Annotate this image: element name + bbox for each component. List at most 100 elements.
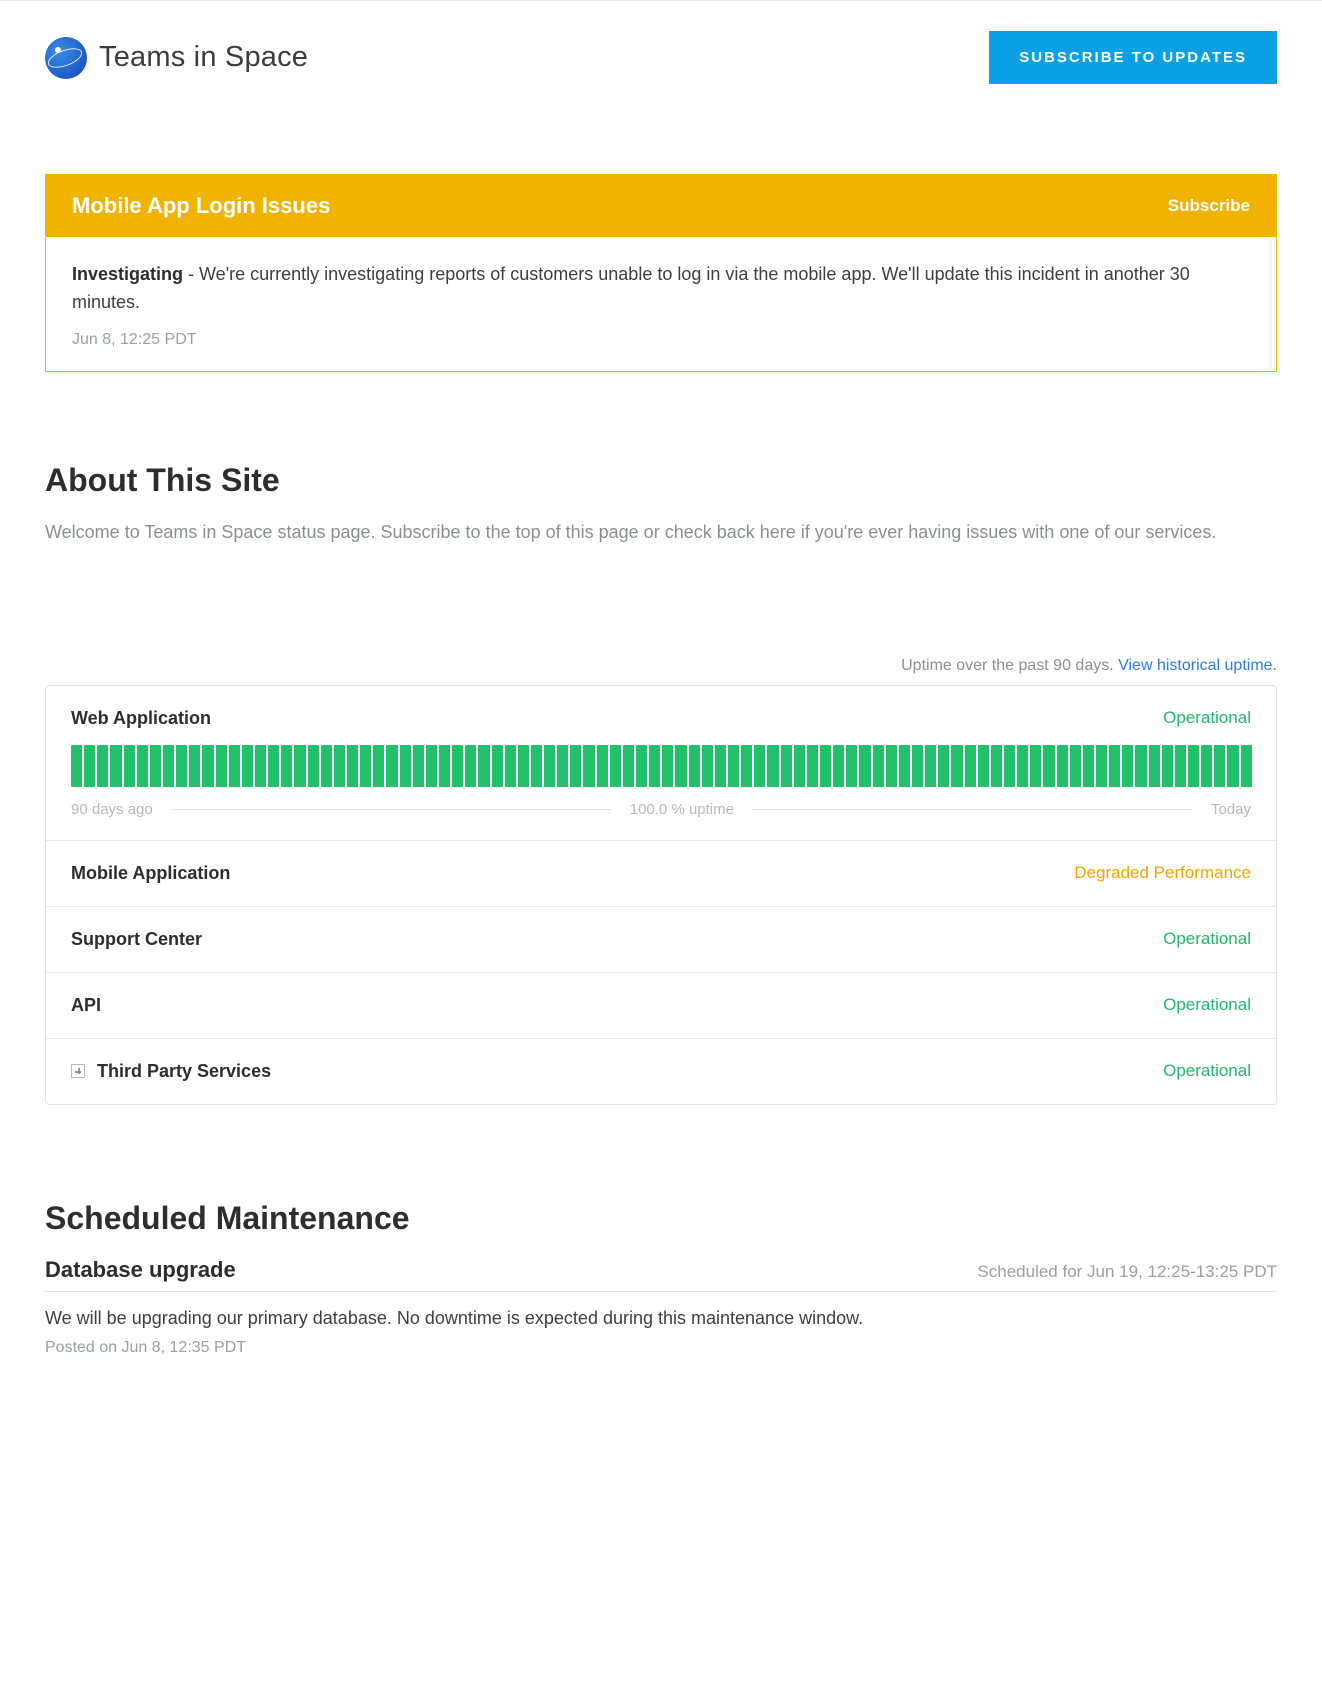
uptime-bar[interactable] bbox=[807, 745, 818, 787]
uptime-bar[interactable] bbox=[176, 745, 187, 787]
uptime-bar[interactable] bbox=[505, 745, 516, 787]
uptime-bar[interactable] bbox=[1149, 745, 1160, 787]
uptime-bar[interactable] bbox=[1201, 745, 1212, 787]
uptime-bar[interactable] bbox=[636, 745, 647, 787]
uptime-bar[interactable] bbox=[820, 745, 831, 787]
uptime-bar[interactable] bbox=[281, 745, 292, 787]
uptime-bar[interactable] bbox=[531, 745, 542, 787]
uptime-bar[interactable] bbox=[1043, 745, 1054, 787]
uptime-bar[interactable] bbox=[150, 745, 161, 787]
uptime-bar[interactable] bbox=[1162, 745, 1173, 787]
uptime-bar[interactable] bbox=[1109, 745, 1120, 787]
uptime-bar[interactable] bbox=[689, 745, 700, 787]
uptime-bar[interactable] bbox=[846, 745, 857, 787]
expand-icon[interactable] bbox=[71, 1064, 85, 1078]
uptime-bar[interactable] bbox=[518, 745, 529, 787]
component-status: Operational bbox=[1163, 995, 1251, 1015]
uptime-bar[interactable] bbox=[794, 745, 805, 787]
subscribe-updates-button[interactable]: SUBSCRIBE TO UPDATES bbox=[989, 31, 1277, 84]
uptime-bar[interactable] bbox=[334, 745, 345, 787]
uptime-bar[interactable] bbox=[833, 745, 844, 787]
uptime-bar[interactable] bbox=[229, 745, 240, 787]
uptime-bar[interactable] bbox=[1083, 745, 1094, 787]
uptime-bar[interactable] bbox=[873, 745, 884, 787]
uptime-bar[interactable] bbox=[1017, 745, 1028, 787]
uptime-bar[interactable] bbox=[544, 745, 555, 787]
maintenance-name[interactable]: Database upgrade bbox=[45, 1257, 236, 1283]
uptime-bar[interactable] bbox=[1214, 745, 1225, 787]
uptime-bar[interactable] bbox=[899, 745, 910, 787]
uptime-bar[interactable] bbox=[1057, 745, 1068, 787]
uptime-bar[interactable] bbox=[912, 745, 923, 787]
uptime-bar[interactable] bbox=[1227, 745, 1238, 787]
uptime-bar[interactable] bbox=[413, 745, 424, 787]
uptime-bar[interactable] bbox=[360, 745, 371, 787]
uptime-bar[interactable] bbox=[675, 745, 686, 787]
uptime-bar[interactable] bbox=[97, 745, 108, 787]
uptime-bar[interactable] bbox=[570, 745, 581, 787]
uptime-bar[interactable] bbox=[110, 745, 121, 787]
uptime-bar[interactable] bbox=[978, 745, 989, 787]
uptime-bar[interactable] bbox=[386, 745, 397, 787]
uptime-bar[interactable] bbox=[294, 745, 305, 787]
incident-subscribe-link[interactable]: Subscribe bbox=[1168, 196, 1250, 216]
uptime-bar[interactable] bbox=[623, 745, 634, 787]
uptime-bar[interactable] bbox=[202, 745, 213, 787]
uptime-bar[interactable] bbox=[439, 745, 450, 787]
incident-status-label: Investigating bbox=[72, 264, 183, 284]
uptime-bar[interactable] bbox=[426, 745, 437, 787]
uptime-bar[interactable] bbox=[728, 745, 739, 787]
uptime-bar[interactable] bbox=[255, 745, 266, 787]
uptime-bar[interactable] bbox=[741, 745, 752, 787]
uptime-bar[interactable] bbox=[1004, 745, 1015, 787]
uptime-bar[interactable] bbox=[465, 745, 476, 787]
uptime-bar[interactable] bbox=[951, 745, 962, 787]
uptime-bar[interactable] bbox=[610, 745, 621, 787]
uptime-bar[interactable] bbox=[715, 745, 726, 787]
uptime-bar[interactable] bbox=[347, 745, 358, 787]
uptime-bar[interactable] bbox=[84, 745, 95, 787]
uptime-bar[interactable] bbox=[1135, 745, 1146, 787]
uptime-bar[interactable] bbox=[452, 745, 463, 787]
uptime-bar[interactable] bbox=[557, 745, 568, 787]
uptime-bar[interactable] bbox=[492, 745, 503, 787]
page-header: Teams in Space SUBSCRIBE TO UPDATES bbox=[45, 31, 1277, 84]
uptime-bar[interactable] bbox=[137, 745, 148, 787]
uptime-bar[interactable] bbox=[583, 745, 594, 787]
uptime-bar[interactable] bbox=[1030, 745, 1041, 787]
uptime-bar[interactable] bbox=[649, 745, 660, 787]
uptime-bar[interactable] bbox=[373, 745, 384, 787]
uptime-bar[interactable] bbox=[1241, 745, 1252, 787]
uptime-bar[interactable] bbox=[754, 745, 765, 787]
uptime-bar[interactable] bbox=[859, 745, 870, 787]
uptime-bar[interactable] bbox=[1188, 745, 1199, 787]
uptime-bar[interactable] bbox=[767, 745, 778, 787]
uptime-bar[interactable] bbox=[965, 745, 976, 787]
historical-uptime-link[interactable]: View historical uptime. bbox=[1118, 657, 1277, 674]
uptime-bar[interactable] bbox=[1122, 745, 1133, 787]
uptime-bar[interactable] bbox=[321, 745, 332, 787]
uptime-bar[interactable] bbox=[268, 745, 279, 787]
uptime-bar[interactable] bbox=[662, 745, 673, 787]
brand[interactable]: Teams in Space bbox=[45, 37, 308, 79]
uptime-bar[interactable] bbox=[71, 745, 82, 787]
uptime-bar[interactable] bbox=[189, 745, 200, 787]
uptime-bar[interactable] bbox=[400, 745, 411, 787]
uptime-bar[interactable] bbox=[124, 745, 135, 787]
uptime-bar[interactable] bbox=[1070, 745, 1081, 787]
uptime-bar[interactable] bbox=[308, 745, 319, 787]
uptime-bar[interactable] bbox=[216, 745, 227, 787]
uptime-bar[interactable] bbox=[1096, 745, 1107, 787]
uptime-bar[interactable] bbox=[597, 745, 608, 787]
uptime-bar[interactable] bbox=[163, 745, 174, 787]
brand-name: Teams in Space bbox=[99, 41, 308, 74]
uptime-bar[interactable] bbox=[886, 745, 897, 787]
uptime-bar[interactable] bbox=[702, 745, 713, 787]
uptime-bar[interactable] bbox=[991, 745, 1002, 787]
uptime-bar[interactable] bbox=[1175, 745, 1186, 787]
uptime-bar[interactable] bbox=[781, 745, 792, 787]
uptime-bar[interactable] bbox=[478, 745, 489, 787]
uptime-bar[interactable] bbox=[925, 745, 936, 787]
uptime-bar[interactable] bbox=[242, 745, 253, 787]
uptime-bar[interactable] bbox=[938, 745, 949, 787]
